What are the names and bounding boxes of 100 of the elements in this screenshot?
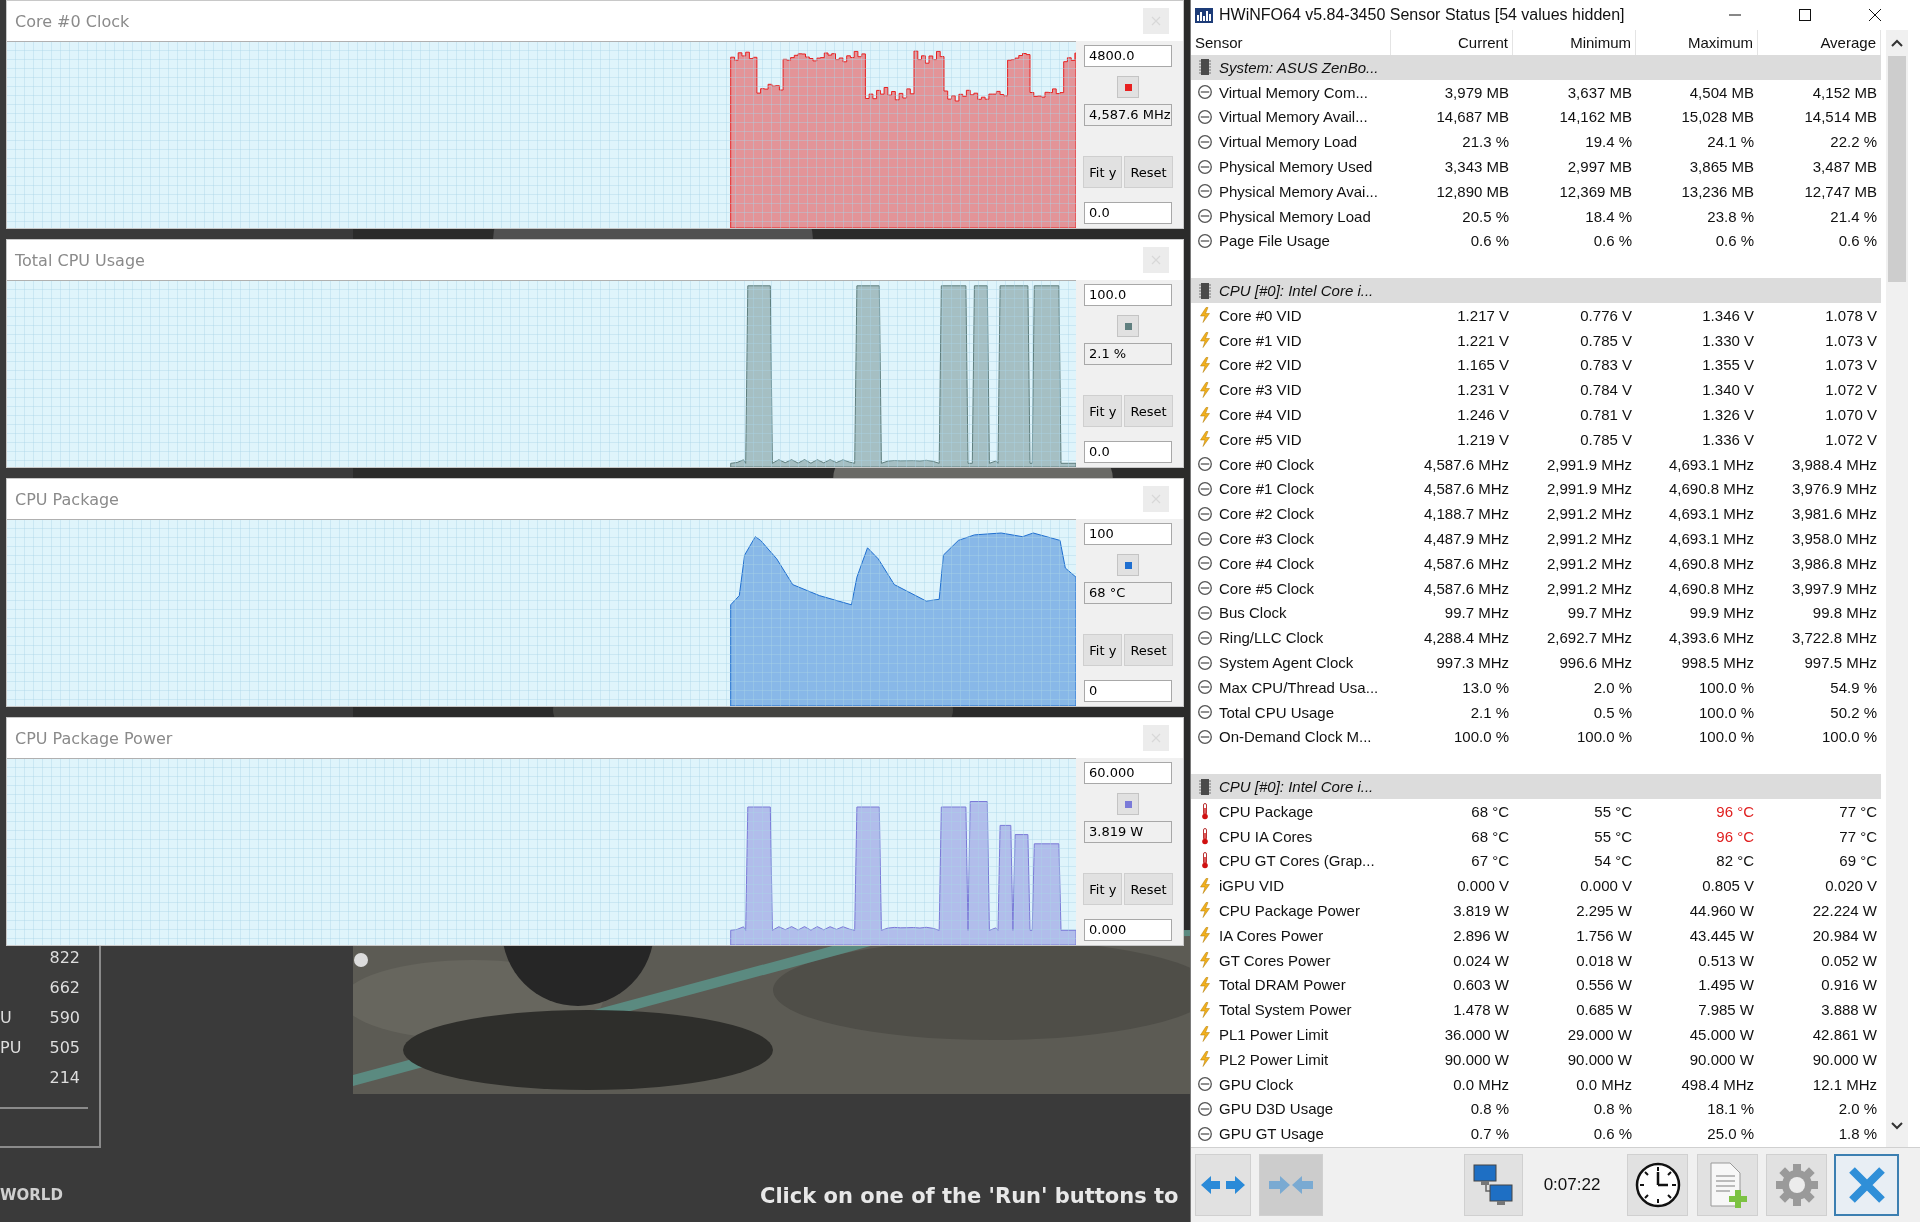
sensor-value: 3,976.9 MHz bbox=[1791, 480, 1877, 498]
gauge-icon bbox=[1197, 232, 1213, 249]
reading-field: 2.1 % bbox=[1084, 343, 1172, 365]
gauge-icon bbox=[1197, 555, 1213, 572]
sensor-value: 0.603 W bbox=[1453, 976, 1509, 994]
fit-button[interactable]: Fit y bbox=[1083, 634, 1123, 666]
sensor-value: 3.888 W bbox=[1821, 1001, 1877, 1019]
max-field[interactable]: 4800.0 bbox=[1084, 45, 1172, 67]
sensor-value: 998.5 MHz bbox=[1681, 654, 1754, 671]
sensor-name: GPU Clock bbox=[1219, 1075, 1294, 1093]
color-button[interactable] bbox=[1117, 315, 1139, 337]
reading-field: 3.819 W bbox=[1084, 821, 1172, 843]
sensor-value: 0.020 V bbox=[1825, 877, 1877, 895]
sensor-value: 2,991.2 MHz bbox=[1546, 530, 1632, 548]
clock-button[interactable] bbox=[1627, 1154, 1688, 1216]
group-header: CPU [#0]: Intel Core i... bbox=[1219, 282, 1374, 300]
sensor-value: 0.0 MHz bbox=[1576, 1075, 1632, 1093]
sensor-value: 1.072 V bbox=[1825, 430, 1877, 448]
sensor-value: 0.776 V bbox=[1580, 306, 1632, 324]
reset-button[interactable]: Reset bbox=[1124, 873, 1173, 905]
sensor-name: GPU GT Usage bbox=[1219, 1125, 1324, 1143]
fit-button[interactable]: Fit y bbox=[1083, 156, 1123, 188]
settings-button[interactable] bbox=[1766, 1154, 1827, 1216]
sensor-value: 22.224 W bbox=[1812, 902, 1877, 919]
sensor-value: 4,188.7 MHz bbox=[1423, 505, 1509, 523]
sensor-value: 1.073 V bbox=[1825, 331, 1877, 349]
sensor-value: 12,747 MB bbox=[1804, 182, 1877, 200]
sensor-value: 90.000 W bbox=[1567, 1050, 1632, 1068]
sensor-value: 1.346 V bbox=[1702, 306, 1754, 324]
graph-title: Total CPU Usage bbox=[14, 250, 145, 270]
sensor-value: 0.8 % bbox=[1593, 1100, 1632, 1118]
sensor-value: 14,514 MB bbox=[1804, 108, 1877, 126]
gauge-icon bbox=[1197, 1125, 1213, 1142]
fit-button[interactable]: Fit y bbox=[1083, 395, 1123, 427]
sensor-value: 0.6 % bbox=[1470, 232, 1509, 250]
inward-arrows-icon bbox=[1268, 1174, 1314, 1196]
sensor-name: Core #5 Clock bbox=[1219, 579, 1315, 597]
sensor-name: Total System Power bbox=[1219, 1001, 1352, 1019]
min-field[interactable]: 0.0 bbox=[1084, 441, 1172, 463]
sensor-name: Core #3 VID bbox=[1219, 381, 1302, 399]
lightning-icon bbox=[1199, 1026, 1211, 1043]
sensor-value: 2,991.2 MHz bbox=[1546, 579, 1632, 597]
close-icon[interactable] bbox=[1869, 9, 1881, 21]
sensor-name: IA Cores Power bbox=[1219, 926, 1324, 944]
sensor-name: Total DRAM Power bbox=[1219, 976, 1346, 994]
gauge-icon bbox=[1197, 158, 1213, 175]
group-header: CPU [#0]: Intel Core i... bbox=[1219, 778, 1374, 795]
lightning-icon bbox=[1199, 976, 1211, 993]
sensor-value: 100.0 % bbox=[1576, 728, 1632, 746]
sensor-name: Core #4 VID bbox=[1219, 406, 1302, 424]
sensor-name: CPU Package Power bbox=[1219, 902, 1360, 919]
min-field[interactable]: 0.000 bbox=[1084, 919, 1172, 941]
sensor-value: 1.078 V bbox=[1825, 306, 1877, 324]
reset-button[interactable]: Reset bbox=[1124, 395, 1173, 427]
color-button[interactable] bbox=[1117, 76, 1139, 98]
sensor-value: 1.246 V bbox=[1457, 406, 1509, 424]
graph-title: CPU Package Power bbox=[14, 728, 173, 748]
sensor-name: iGPU VID bbox=[1219, 877, 1284, 895]
min-field[interactable]: 0.0 bbox=[1084, 202, 1172, 224]
close-button[interactable] bbox=[1834, 1154, 1899, 1216]
sensor-value: 42.861 W bbox=[1812, 1025, 1877, 1043]
sensor-value: 25.0 % bbox=[1707, 1125, 1754, 1143]
sensor-value: 1.478 W bbox=[1453, 1001, 1509, 1019]
min-field[interactable]: 0 bbox=[1084, 680, 1172, 702]
max-field[interactable]: 100 bbox=[1084, 523, 1172, 545]
sensor-value: 4,504 MB bbox=[1689, 83, 1754, 101]
score-label: PU bbox=[0, 1037, 22, 1057]
sensor-value: 96 °C bbox=[1716, 827, 1754, 845]
reset-button[interactable]: Reset bbox=[1124, 634, 1173, 666]
max-field[interactable]: 60.000 bbox=[1084, 762, 1172, 784]
sensor-value: 0.5 % bbox=[1593, 703, 1632, 721]
status-message: Click on one of the 'Run' buttons to bbox=[760, 1184, 1179, 1208]
sensor-value: 36.000 W bbox=[1444, 1025, 1509, 1043]
scroll-down-icon[interactable] bbox=[1891, 1122, 1903, 1130]
sensor-value: 99.7 MHz bbox=[1444, 604, 1509, 622]
lightning-icon bbox=[1199, 952, 1211, 969]
reading-field: 68 °C bbox=[1084, 582, 1172, 604]
color-button[interactable] bbox=[1117, 554, 1139, 576]
color-button[interactable] bbox=[1117, 793, 1139, 815]
maximize-icon[interactable] bbox=[1799, 9, 1811, 21]
expand-button[interactable] bbox=[1195, 1154, 1251, 1216]
reset-button[interactable]: Reset bbox=[1124, 156, 1173, 188]
sensor-value: 0.916 W bbox=[1821, 976, 1877, 994]
sensor-value: 0.7 % bbox=[1470, 1125, 1509, 1143]
sensor-name: Max CPU/Thread Usa... bbox=[1219, 678, 1379, 696]
sensor-name: Physical Memory Load bbox=[1219, 207, 1371, 225]
network-button[interactable] bbox=[1464, 1154, 1523, 1216]
max-field[interactable]: 100.0 bbox=[1084, 284, 1172, 306]
thermometer-icon bbox=[1200, 802, 1210, 820]
thermometer-icon bbox=[1200, 827, 1210, 845]
document-add-icon bbox=[1707, 1162, 1748, 1208]
scrollbar[interactable] bbox=[1886, 30, 1908, 1147]
lightning-icon bbox=[1199, 877, 1211, 894]
scroll-up-icon[interactable] bbox=[1891, 39, 1903, 47]
report-button[interactable] bbox=[1697, 1154, 1758, 1216]
scrollbar-thumb[interactable] bbox=[1888, 56, 1906, 282]
sensor-value: 3.819 W bbox=[1453, 902, 1509, 919]
sensor-name: Ring/LLC Clock bbox=[1219, 629, 1324, 647]
app-icon bbox=[1195, 6, 1213, 24]
fit-button[interactable]: Fit y bbox=[1083, 873, 1123, 905]
